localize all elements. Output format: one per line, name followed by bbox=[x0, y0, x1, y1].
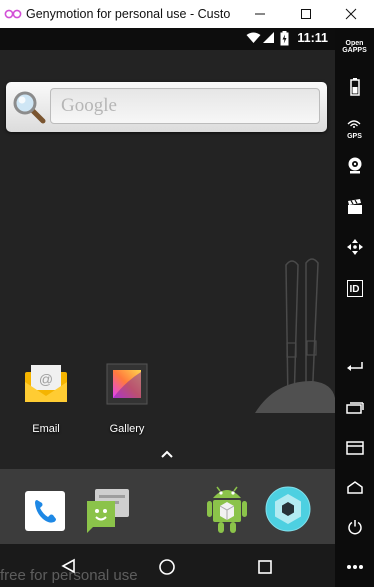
id-label: ID bbox=[349, 283, 360, 295]
chevron-up-icon[interactable] bbox=[160, 449, 174, 459]
more-dots-icon bbox=[346, 565, 363, 569]
remote-control-button[interactable] bbox=[335, 232, 374, 262]
phone-icon[interactable] bbox=[25, 491, 65, 531]
minimize-button[interactable] bbox=[237, 0, 283, 28]
opengapps-line2: GAPPS bbox=[342, 47, 367, 54]
move-arrows-icon bbox=[346, 239, 363, 255]
recents-icon[interactable] bbox=[257, 559, 273, 575]
home-app-email[interactable]: @ Email bbox=[6, 360, 86, 435]
gps-icon: GPS bbox=[347, 115, 362, 140]
opengapps-icon: Open GAPPS bbox=[342, 40, 367, 54]
app-drawer-icon[interactable] bbox=[205, 484, 249, 536]
home-app-gallery[interactable]: Gallery bbox=[87, 360, 167, 435]
dock bbox=[0, 469, 335, 556]
more-options-button[interactable] bbox=[335, 552, 374, 582]
maximize-button[interactable] bbox=[283, 0, 329, 28]
rotate-button[interactable] bbox=[335, 352, 374, 382]
signal-icon bbox=[263, 32, 274, 43]
email-icon: @ bbox=[25, 365, 67, 402]
gallery-icon bbox=[106, 363, 148, 405]
menu-icon bbox=[345, 441, 364, 455]
window-title: Genymotion for personal use - Custo bbox=[26, 7, 231, 21]
home-icon[interactable] bbox=[158, 558, 176, 576]
android-screen: 11:11 Google @ Email Gallery free for pe… bbox=[0, 28, 335, 587]
open-gapps-button[interactable]: Open GAPPS bbox=[335, 32, 374, 62]
maximize-icon bbox=[301, 9, 311, 19]
menu-button[interactable] bbox=[335, 433, 374, 463]
search-placeholder: Google bbox=[61, 95, 117, 116]
battery-widget-icon bbox=[349, 78, 360, 96]
wifi-icon bbox=[246, 32, 261, 43]
gps-button[interactable]: GPS bbox=[335, 112, 374, 142]
status-bar: 11:11 bbox=[0, 28, 335, 50]
email-label: Email bbox=[32, 423, 60, 435]
power-icon bbox=[347, 520, 362, 535]
clapperboard-icon bbox=[347, 199, 362, 214]
house-icon bbox=[346, 481, 363, 494]
google-search-widget[interactable]: Google bbox=[6, 82, 327, 132]
gps-signal-icon bbox=[348, 119, 361, 128]
rotate-icon bbox=[346, 362, 363, 371]
battery-icon bbox=[280, 31, 289, 46]
window-title-bar: Genymotion for personal use - Custo bbox=[0, 0, 374, 28]
screencast-button[interactable] bbox=[335, 192, 374, 222]
close-button[interactable] bbox=[328, 0, 374, 28]
close-icon bbox=[345, 8, 357, 20]
search-input[interactable]: Google bbox=[50, 88, 320, 124]
device-id-button[interactable]: ID bbox=[335, 273, 374, 303]
power-button[interactable] bbox=[335, 512, 374, 542]
gps-label: GPS bbox=[347, 132, 362, 140]
webcam-icon bbox=[348, 157, 361, 174]
volume-icon bbox=[345, 402, 364, 414]
opengapps-line1: Open bbox=[345, 40, 364, 47]
battery-button[interactable] bbox=[335, 72, 374, 102]
status-time: 11:11 bbox=[297, 31, 328, 45]
minimize-icon bbox=[255, 13, 265, 15]
gallery-label: Gallery bbox=[109, 423, 145, 435]
search-icon bbox=[13, 91, 46, 124]
volume-button[interactable] bbox=[335, 393, 374, 423]
genymotion-app-icon bbox=[0, 0, 26, 28]
genymotion-toolbar: Open GAPPS GPS ID bbox=[335, 28, 374, 587]
camera-icon[interactable] bbox=[265, 486, 311, 532]
messaging-icon[interactable] bbox=[85, 487, 131, 533]
wallpaper-skis-illustration bbox=[255, 258, 335, 413]
id-icon: ID bbox=[346, 279, 363, 297]
android-home-button[interactable] bbox=[335, 473, 374, 503]
webcam-button[interactable] bbox=[335, 150, 374, 180]
svg-text:@: @ bbox=[39, 371, 53, 387]
personal-use-watermark: free for personal use bbox=[0, 567, 138, 584]
